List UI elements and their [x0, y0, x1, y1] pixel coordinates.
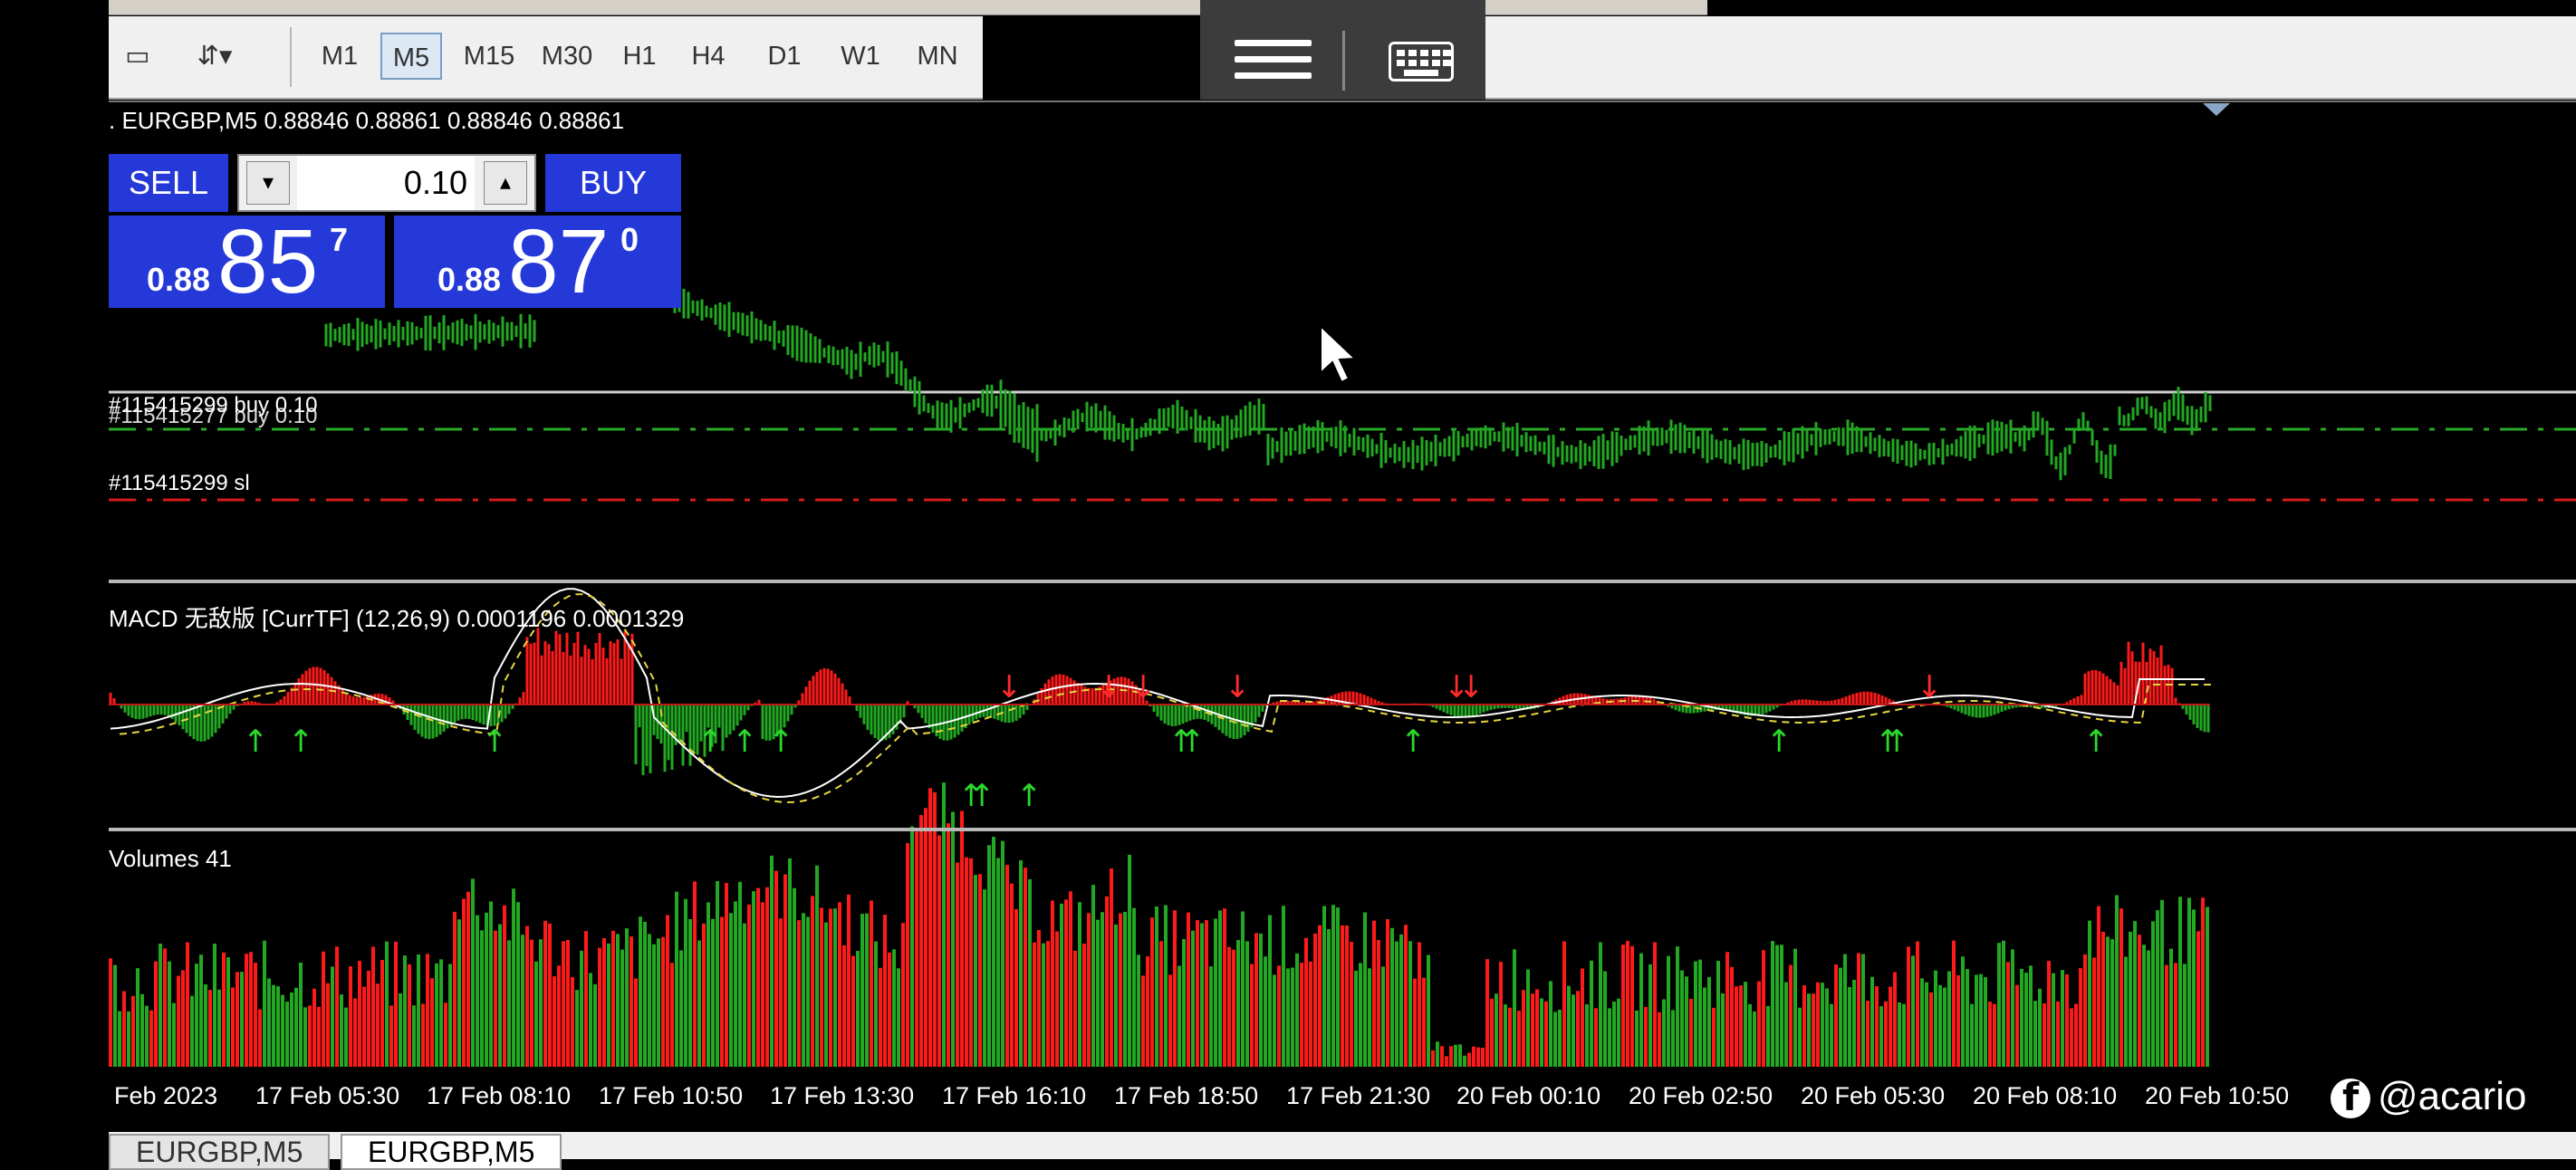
time-label: 17 Feb 18:50: [1114, 1082, 1259, 1109]
buy-arrow-icon: ↑: [969, 778, 995, 814]
buy-arrow-icon: ↑: [1766, 724, 1793, 760]
buy-arrow-icon: ↑: [732, 724, 758, 760]
buy-arrow-icon: ↑: [1884, 724, 1910, 760]
volumes-label: Volumes 41: [109, 845, 232, 872]
time-label: 20 Feb 02:50: [1629, 1082, 1773, 1109]
order-label-2: #115415277 buy 0.10: [109, 404, 318, 428]
sell-arrow-icon: ↓: [1130, 669, 1157, 705]
buy-arrow-icon: ↑: [768, 724, 794, 760]
time-label: 17 Feb 21:30: [1286, 1082, 1431, 1109]
sell-arrow-icon: ↓: [1225, 669, 1251, 705]
buy-arrow-icon: ↑: [1179, 724, 1206, 760]
sl-label: #115415299 sl: [109, 471, 250, 495]
time-label: 20 Feb 00:10: [1456, 1082, 1601, 1109]
buy-arrow-icon: ↑: [482, 724, 508, 760]
chart-tabs: EURGBP,M5 EURGBP,M5: [109, 1132, 2576, 1170]
buy-arrow-icon: ↑: [243, 724, 269, 760]
sell-arrow-icon: ↓: [1096, 669, 1122, 705]
pane-separator-1[interactable]: [109, 580, 2576, 583]
chart-shift-marker[interactable]: [2203, 103, 2230, 116]
sell-arrow-icon: ↓: [1917, 669, 1943, 705]
time-label: 20 Feb 05:30: [1801, 1082, 1946, 1109]
lot-size-input[interactable]: 0.10: [297, 156, 475, 210]
buy-arrow-icon: ↑: [2083, 724, 2110, 760]
buy-price-box[interactable]: 0.88 87 0: [394, 211, 681, 312]
sell-price-small: 0.88: [147, 261, 211, 298]
one-click-trade-panel: SELL ▾ 0.10 ▴ BUY 0.88 85 7 0.88 87 0: [109, 154, 681, 312]
buy-price-sup: 0: [620, 221, 639, 258]
watermark-handle: @acario: [2378, 1074, 2527, 1118]
buy-arrow-icon: ↑: [1016, 778, 1043, 814]
sell-button[interactable]: SELL: [109, 154, 228, 212]
sell-price-sup: 7: [330, 221, 349, 258]
lot-size-control: ▾ 0.10 ▴: [237, 154, 536, 212]
time-label: 20 Feb 10:50: [2145, 1082, 2290, 1109]
macd-arrows: ↑ ↑ ↑ ↑ ↑ ↑↑↑ ↑↑↑ ↑ ↑ ↑↑ ↑↓ ↓ ↓ ↓ ↓↓ ↓: [243, 669, 2110, 814]
chart-header-label: . EURGBP,M5 0.88846 0.88861 0.88846 0.88…: [109, 107, 625, 134]
buy-arrow-icon: ↑: [1400, 724, 1427, 760]
sell-price-box[interactable]: 0.88 85 7: [109, 211, 385, 312]
time-label: 17 Feb 08:10: [427, 1082, 572, 1109]
lot-increase-button[interactable]: ▴: [484, 161, 527, 205]
pane-separator-2[interactable]: [109, 828, 2576, 831]
time-label: Feb 2023: [114, 1082, 218, 1109]
time-label: 17 Feb 10:50: [599, 1082, 744, 1109]
time-label: 17 Feb 05:30: [255, 1082, 400, 1109]
tab-eurgbp-m5-1[interactable]: EURGBP,M5: [109, 1134, 331, 1170]
watermark: @acario: [2331, 1074, 2527, 1121]
facebook-icon: [2331, 1075, 2370, 1119]
sell-arrow-icon: ↓: [1458, 669, 1485, 705]
buy-price-small: 0.88: [437, 261, 502, 298]
time-label: 17 Feb 16:10: [942, 1082, 1087, 1109]
time-label: 17 Feb 13:30: [770, 1082, 915, 1109]
volume-bars: [109, 782, 2209, 1067]
macd-label: MACD 无敌版 [CurrTF] (12,26,9) 0.0001196 0.…: [109, 605, 685, 632]
time-label: 20 Feb 08:10: [1973, 1082, 2118, 1109]
buy-price-big: 87: [508, 211, 610, 312]
lot-decrease-button[interactable]: ▾: [246, 161, 290, 205]
buy-arrow-icon: ↑: [697, 724, 724, 760]
tab-eurgbp-m5-2[interactable]: EURGBP,M5: [341, 1134, 562, 1170]
price-bars: [324, 287, 2212, 481]
sell-price-big: 85: [217, 211, 319, 312]
buy-arrow-icon: ↑: [288, 724, 314, 760]
sell-arrow-icon: ↓: [996, 669, 1023, 705]
mouse-cursor-icon: [1320, 323, 1358, 384]
buy-button[interactable]: BUY: [545, 154, 681, 212]
